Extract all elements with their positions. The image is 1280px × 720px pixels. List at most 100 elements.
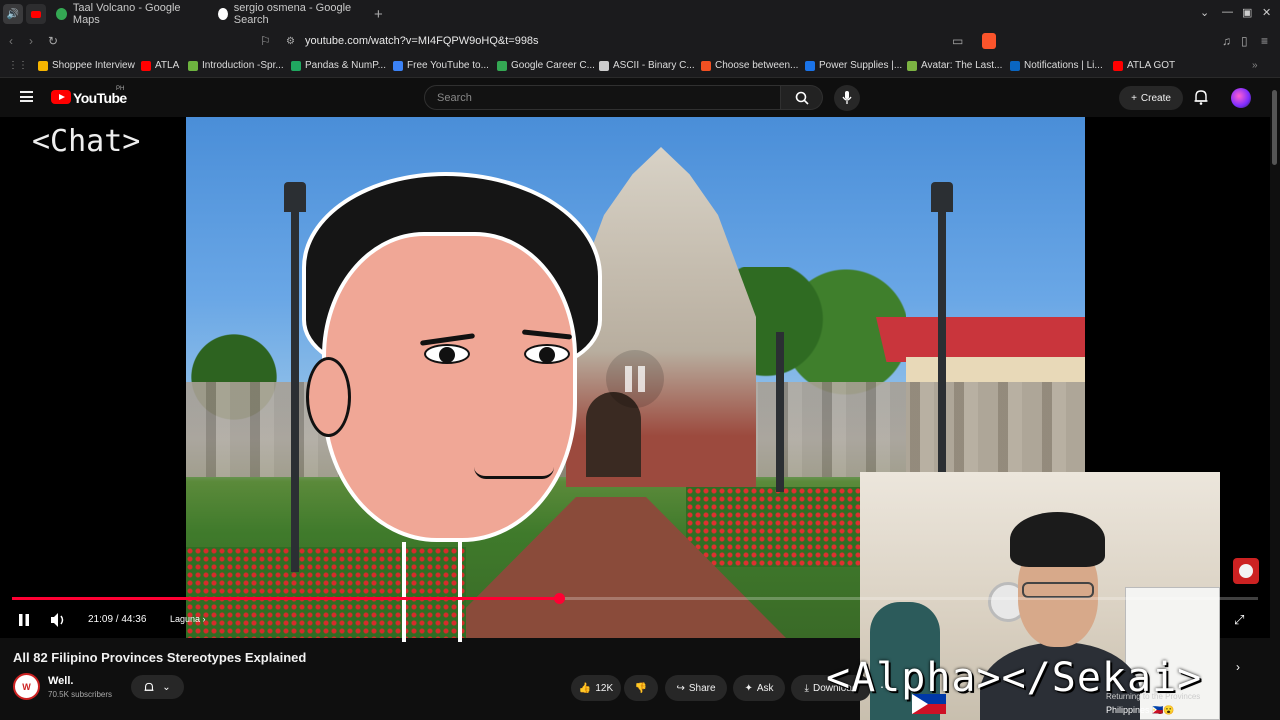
bookmark-favicon-icon (188, 60, 198, 71)
video-title: All 82 Filipino Provinces Stereotypes Ex… (13, 650, 307, 665)
new-tab-icon[interactable]: + (374, 6, 383, 23)
chapter-button[interactable]: Laguna › (170, 614, 206, 624)
progress-fill (12, 597, 559, 600)
bookmark-favicon-icon (1113, 60, 1123, 71)
brave-shield-icon[interactable] (982, 33, 996, 49)
voice-search-button[interactable] (834, 85, 860, 111)
tab-label: Taal Volcano - Google Maps (72, 2, 181, 26)
reload-icon[interactable]: ↻ (48, 34, 58, 48)
pause-overlay-icon[interactable] (606, 350, 664, 408)
cast-icon[interactable]: ▭ (952, 34, 963, 48)
cartoon-neck (402, 542, 462, 642)
menu-icon[interactable]: ≡ (1261, 34, 1268, 48)
minimize-icon[interactable]: — (1222, 6, 1233, 18)
hamburger-menu-icon[interactable] (20, 91, 33, 102)
bookmark-label: Introduction -Spr... (202, 60, 284, 71)
sound-icon[interactable]: 🔊 (3, 4, 23, 24)
url-field[interactable]: youtube.com/watch?v=MI4FQPW9oHQ&t=998s (305, 35, 539, 47)
lamp-graphic (931, 182, 953, 212)
share-button[interactable]: ↪ Share (665, 675, 727, 701)
site-settings-icon[interactable]: ⚙ (286, 36, 295, 47)
bookmark-item[interactable]: ASCII - Binary C... (599, 60, 695, 71)
forward-icon[interactable]: › (29, 34, 33, 48)
more-bookmarks-icon[interactable]: » (1252, 60, 1258, 71)
address-bar (0, 28, 1280, 54)
plus-icon: + (1131, 92, 1137, 104)
like-count: 12K (595, 682, 614, 694)
channel-name[interactable]: Well. (48, 675, 73, 687)
dislike-button[interactable]: 👎 (624, 675, 658, 701)
bookmark-label: Pandas & NumP... (305, 60, 386, 71)
search-input[interactable]: Search (424, 85, 781, 110)
sparkle-icon: ✦ (744, 682, 753, 694)
bookmark-item[interactable]: Google Career C... (497, 60, 595, 71)
bookmark-favicon-icon (393, 60, 403, 71)
close-icon[interactable]: ✕ (1262, 6, 1271, 19)
bookmark-item[interactable]: Power Supplies |... (805, 60, 902, 71)
youtube-logo-text[interactable]: YouTube (73, 90, 127, 106)
page-scrollbar[interactable] (1270, 78, 1280, 720)
notifications-bell-icon[interactable] (1194, 89, 1208, 105)
chevron-down-icon: ⌄ (162, 681, 171, 693)
bookmark-item[interactable]: ATLA GOT (1113, 60, 1175, 71)
cartoon-eye (524, 344, 570, 364)
cartoon-ear (306, 357, 351, 437)
like-button[interactable]: 👍 12K (571, 675, 621, 701)
bookmark-label: Power Supplies |... (819, 60, 903, 71)
volume-icon[interactable] (51, 613, 67, 627)
channel-watermark-icon[interactable] (1233, 558, 1259, 584)
bookmark-item[interactable]: Choose between... (701, 60, 798, 71)
subscribed-button[interactable]: ⌄ (131, 675, 184, 699)
account-avatar[interactable] (1231, 88, 1251, 108)
bookmark-label: Avatar: The Last... (921, 60, 1003, 71)
chat-overlay-label: <Chat> (32, 124, 141, 159)
browser-tab-bar: 🔊 Taal Volcano - Google Maps sergio osme… (0, 0, 1280, 28)
cartoon-mouth (474, 467, 554, 479)
search-button[interactable] (781, 85, 823, 110)
bookmark-item[interactable]: Avatar: The Last... (907, 60, 1002, 71)
lamppost-graphic (291, 212, 299, 572)
bookmark-item[interactable]: Pandas & NumP... (291, 60, 386, 71)
create-button[interactable]: + Create (1119, 86, 1183, 110)
caption-bottom: Philippines 🇵🇭😮 (1106, 705, 1175, 715)
fullscreen-icon[interactable]: ⤢ (1234, 612, 1244, 628)
progress-scrubber-handle[interactable] (553, 593, 565, 604)
region-code: PH (116, 86, 125, 92)
webcam-person-hair (1010, 512, 1105, 567)
search-placeholder: Search (437, 91, 472, 104)
bookmark-item[interactable]: Notifications | Li... (1010, 60, 1103, 71)
channel-avatar[interactable]: W (13, 673, 40, 700)
bookmark-label: ASCII - Binary C... (613, 60, 695, 71)
subscriber-count: 70.5K subscribers (48, 690, 113, 699)
bell-icon (144, 682, 154, 691)
bookmark-icon[interactable]: ⚐ (260, 34, 271, 48)
maximize-icon[interactable]: ▣ (1242, 6, 1252, 19)
ask-button[interactable]: ✦ Ask (733, 675, 785, 701)
tab-list-icon[interactable]: ⌄ (1200, 6, 1209, 19)
webcam-person-glasses (1022, 582, 1094, 598)
pause-icon[interactable] (18, 614, 30, 626)
scrollbar-thumb[interactable] (1272, 90, 1277, 165)
apps-icon[interactable]: ⋮⋮ (8, 60, 28, 71)
tab-label: sergio osmena - Google Search (233, 2, 352, 26)
bookmark-label: Free YouTube to... (407, 60, 489, 71)
media-icon[interactable]: ♫ (1222, 34, 1231, 48)
bookmark-item[interactable]: Introduction -Spr... (188, 60, 284, 71)
thumbs-up-icon: 👍 (578, 682, 592, 694)
bookmark-item[interactable]: Shoppee Interview (38, 60, 135, 71)
bookmark-item[interactable]: Free YouTube to... (393, 60, 489, 71)
tab-google-search[interactable]: sergio osmena - Google Search (208, 0, 370, 28)
bookmark-favicon-icon (1010, 60, 1020, 71)
bookmark-favicon-icon (497, 60, 507, 71)
share-label: Share (688, 682, 716, 694)
youtube-tab[interactable] (26, 4, 46, 24)
bookmark-item[interactable]: ATLA (141, 60, 179, 71)
tab-google-maps[interactable]: Taal Volcano - Google Maps (46, 0, 208, 28)
bookmark-favicon-icon (805, 60, 815, 71)
next-arrow-icon[interactable]: › (1236, 660, 1240, 674)
sidebar-icon[interactable]: ▯ (1241, 34, 1248, 48)
back-icon[interactable]: ‹ (9, 34, 13, 48)
youtube-logo-icon[interactable] (51, 90, 71, 104)
lamppost-graphic (776, 332, 784, 492)
cartoon-eye (424, 344, 470, 364)
